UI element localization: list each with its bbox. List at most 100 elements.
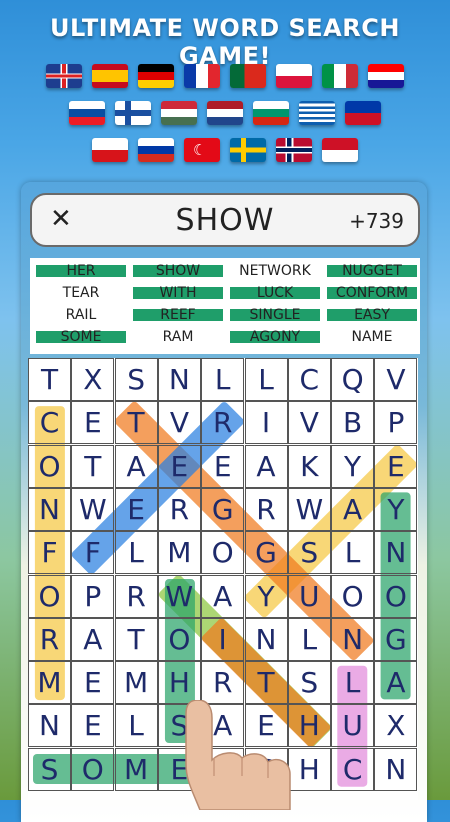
grid-cell[interactable]: M	[28, 661, 71, 705]
grid-cell[interactable]: P	[374, 401, 418, 445]
grid-cell[interactable]: N	[374, 531, 418, 575]
grid-cell[interactable]: I	[244, 401, 288, 445]
grid-cell[interactable]: T	[71, 444, 115, 488]
flag-turkey-icon[interactable]: ☾	[184, 138, 220, 162]
grid-cell[interactable]: Q	[331, 358, 375, 401]
grid-cell[interactable]: W	[157, 574, 201, 618]
flag-czech-icon[interactable]	[92, 138, 128, 162]
grid-cell[interactable]: S	[287, 531, 331, 575]
grid-cell[interactable]: Y	[331, 444, 375, 488]
grid-cell[interactable]: L	[287, 617, 331, 661]
grid-cell[interactable]: R	[28, 617, 71, 661]
grid-cell[interactable]: I	[201, 617, 245, 661]
grid-cell[interactable]: G	[201, 487, 245, 531]
grid-cell[interactable]: U	[287, 574, 331, 618]
grid-cell[interactable]: X	[71, 358, 115, 401]
grid-cell[interactable]: Y	[374, 487, 418, 531]
grid-cell[interactable]: E	[374, 444, 418, 488]
grid-cell[interactable]: L	[114, 531, 158, 575]
grid-cell[interactable]: A	[114, 444, 158, 488]
grid-cell[interactable]: E	[114, 487, 158, 531]
grid-cell[interactable]: R	[201, 401, 245, 445]
grid-cell[interactable]: N	[28, 487, 71, 531]
grid-cell[interactable]: N	[374, 747, 418, 791]
grid-cell[interactable]: C	[28, 401, 71, 445]
grid-cell[interactable]: N	[244, 617, 288, 661]
grid-cell[interactable]: R	[114, 574, 158, 618]
flag-croatia-icon[interactable]	[368, 64, 404, 88]
grid-cell[interactable]: O	[71, 747, 115, 791]
grid-cell[interactable]: N	[28, 704, 71, 748]
grid-cell[interactable]: L	[331, 661, 375, 705]
flag-philippines-icon[interactable]	[345, 101, 381, 125]
grid-cell[interactable]: M	[114, 661, 158, 705]
grid-cell[interactable]: O	[374, 574, 418, 618]
flag-uk-icon[interactable]	[46, 64, 82, 88]
grid-cell[interactable]: F	[71, 531, 115, 575]
flag-indonesia-icon[interactable]	[322, 138, 358, 162]
flag-slovakia-icon[interactable]	[69, 101, 105, 125]
grid-cell[interactable]: R	[201, 661, 245, 705]
grid-cell[interactable]: E	[71, 401, 115, 445]
grid-cell[interactable]: O	[331, 574, 375, 618]
grid-cell[interactable]: N	[331, 617, 375, 661]
grid-cell[interactable]: T	[28, 358, 71, 401]
grid-cell[interactable]: Y	[244, 574, 288, 618]
flag-portugal-icon[interactable]	[230, 64, 266, 88]
flag-hungary-icon[interactable]	[161, 101, 197, 125]
grid-cell[interactable]: L	[114, 704, 158, 748]
grid-cell[interactable]: P	[71, 574, 115, 618]
flag-finland-icon[interactable]	[115, 101, 151, 125]
grid-cell[interactable]: A	[201, 574, 245, 618]
flag-norway-icon[interactable]	[276, 138, 312, 162]
grid-cell[interactable]: S	[114, 358, 158, 401]
grid-cell[interactable]: T	[244, 661, 288, 705]
grid-cell[interactable]: O	[28, 574, 71, 618]
grid-cell[interactable]: M	[114, 747, 158, 791]
flag-greece-icon[interactable]	[299, 101, 335, 125]
grid-cell[interactable]: W	[71, 487, 115, 531]
grid-cell[interactable]: G	[374, 617, 418, 661]
grid-cell[interactable]: L	[331, 531, 375, 575]
flag-france-icon[interactable]	[184, 64, 220, 88]
flag-poland-icon[interactable]	[276, 64, 312, 88]
grid-cell[interactable]: E	[157, 444, 201, 488]
flag-spain-icon[interactable]	[92, 64, 128, 88]
grid-cell[interactable]: F	[28, 531, 71, 575]
grid-cell[interactable]: S	[28, 747, 71, 791]
grid-cell[interactable]: O	[157, 617, 201, 661]
grid-cell[interactable]: R	[157, 487, 201, 531]
grid-cell[interactable]: H	[157, 661, 201, 705]
grid-cell[interactable]: K	[287, 444, 331, 488]
flag-russia-icon[interactable]	[138, 138, 174, 162]
grid-cell[interactable]: C	[331, 747, 375, 791]
grid-cell[interactable]: E	[201, 444, 245, 488]
flag-germany-icon[interactable]	[138, 64, 174, 88]
grid-cell[interactable]: E	[71, 704, 115, 748]
grid-cell[interactable]: W	[287, 487, 331, 531]
grid-cell[interactable]: O	[28, 444, 71, 488]
flag-italy-icon[interactable]	[322, 64, 358, 88]
grid-cell[interactable]: L	[244, 358, 288, 401]
grid-cell[interactable]: U	[331, 704, 375, 748]
grid-cell[interactable]: V	[374, 358, 418, 401]
grid-cell[interactable]: L	[201, 358, 245, 401]
grid-cell[interactable]: A	[331, 487, 375, 531]
grid-cell[interactable]: C	[287, 358, 331, 401]
grid-cell[interactable]: S	[287, 661, 331, 705]
grid-cell[interactable]: E	[71, 661, 115, 705]
grid-cell[interactable]: O	[201, 531, 245, 575]
grid-cell[interactable]: T	[114, 617, 158, 661]
flag-sweden-icon[interactable]	[230, 138, 266, 162]
grid-cell[interactable]: X	[374, 704, 418, 748]
grid-cell[interactable]: A	[374, 661, 418, 705]
grid-cell[interactable]: N	[157, 358, 201, 401]
grid-cell[interactable]: V	[157, 401, 201, 445]
grid-cell[interactable]: G	[244, 531, 288, 575]
grid-cell[interactable]: B	[331, 401, 375, 445]
grid-cell[interactable]: A	[71, 617, 115, 661]
grid-cell[interactable]: M	[157, 531, 201, 575]
flag-netherlands-icon[interactable]	[207, 101, 243, 125]
grid-cell[interactable]: R	[244, 487, 288, 531]
grid-cell[interactable]: T	[114, 401, 158, 445]
